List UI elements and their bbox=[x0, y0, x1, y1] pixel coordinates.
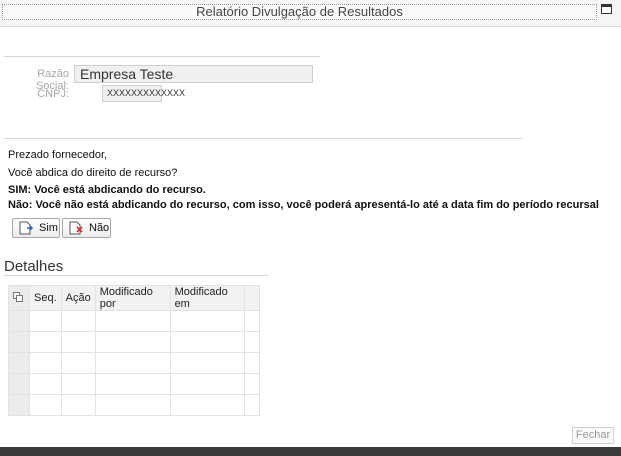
fechar-button[interactable]: Fechar bbox=[572, 427, 614, 444]
nao-button[interactable]: Não bbox=[62, 218, 111, 238]
cnpj-label: CNPJ: bbox=[37, 88, 69, 100]
sim-label: Sim bbox=[39, 222, 58, 234]
column-header[interactable]: Seq. bbox=[29, 285, 62, 311]
details-table: Seq. Ação Modificado por Modificado em bbox=[8, 285, 260, 416]
table-cell bbox=[244, 352, 260, 374]
table-row[interactable] bbox=[8, 352, 260, 374]
cnpj-value: XXXXXXXXXXXXX bbox=[107, 88, 186, 98]
table-cell bbox=[244, 373, 260, 395]
column-header[interactable]: Modificado por bbox=[94, 285, 171, 311]
table-cell bbox=[29, 373, 62, 395]
table-cell bbox=[169, 394, 246, 416]
sim-explanation: SIM: Você está abdicando do recurso. bbox=[8, 184, 206, 196]
divider bbox=[4, 56, 320, 57]
column-header[interactable]: Modificado em bbox=[169, 285, 246, 311]
cnpj-field[interactable]: XXXXXXXXXXXXX bbox=[102, 85, 185, 102]
title-bar: Relatório Divulgação de Resultados bbox=[0, 0, 621, 27]
question-text: Você abdica do direito de recurso? bbox=[8, 167, 178, 179]
table-cell bbox=[244, 394, 260, 416]
column-header[interactable]: Ação bbox=[60, 285, 96, 311]
column-spacer bbox=[244, 285, 260, 311]
table-cell bbox=[94, 373, 171, 395]
table-cell bbox=[244, 310, 260, 332]
table-cell bbox=[244, 331, 260, 353]
table-row[interactable] bbox=[8, 373, 260, 395]
table-cell bbox=[29, 331, 62, 353]
table-cell bbox=[60, 331, 96, 353]
table-cell bbox=[169, 331, 246, 353]
table-row[interactable] bbox=[8, 331, 260, 353]
details-title: Detalhes bbox=[4, 258, 64, 275]
table-cell bbox=[60, 394, 96, 416]
window-title: Relatório Divulgação de Resultados bbox=[2, 4, 597, 20]
razao-social-field[interactable]: Empresa Teste bbox=[74, 65, 313, 83]
footer-bar bbox=[0, 447, 621, 456]
table-row[interactable] bbox=[8, 310, 260, 332]
table-cell bbox=[29, 394, 62, 416]
table-cell bbox=[169, 352, 246, 374]
table-cell bbox=[60, 352, 96, 374]
table-cell bbox=[60, 373, 96, 395]
table-cell bbox=[169, 310, 246, 332]
table-cell bbox=[29, 310, 62, 332]
maximize-icon[interactable] bbox=[601, 4, 612, 14]
row-selector[interactable] bbox=[8, 373, 30, 395]
table-row[interactable] bbox=[8, 394, 260, 416]
table-cell bbox=[169, 373, 246, 395]
table-cell bbox=[94, 331, 171, 353]
nao-explanation: Não: Você não está abdicando do recurso,… bbox=[8, 199, 599, 211]
table-cell bbox=[29, 352, 62, 374]
row-selector[interactable] bbox=[8, 310, 30, 332]
divider bbox=[4, 275, 269, 276]
greeting-text: Prezado fornecedor, bbox=[8, 149, 108, 161]
razao-social-value: Empresa Teste bbox=[80, 66, 174, 82]
sim-button[interactable]: Sim bbox=[12, 218, 60, 238]
sim-document-icon bbox=[19, 221, 34, 235]
table-header-row: Seq. Ação Modificado por Modificado em bbox=[8, 285, 260, 311]
row-selector[interactable] bbox=[8, 331, 30, 353]
table-cell bbox=[94, 310, 171, 332]
table-cell bbox=[60, 310, 96, 332]
row-selector[interactable] bbox=[8, 352, 30, 374]
select-all-icon[interactable] bbox=[8, 285, 30, 311]
nao-document-icon bbox=[69, 221, 83, 235]
divider bbox=[4, 138, 523, 139]
nao-label: Não bbox=[89, 222, 110, 234]
table-cell bbox=[94, 352, 171, 374]
row-selector[interactable] bbox=[8, 394, 30, 416]
table-cell bbox=[94, 394, 171, 416]
